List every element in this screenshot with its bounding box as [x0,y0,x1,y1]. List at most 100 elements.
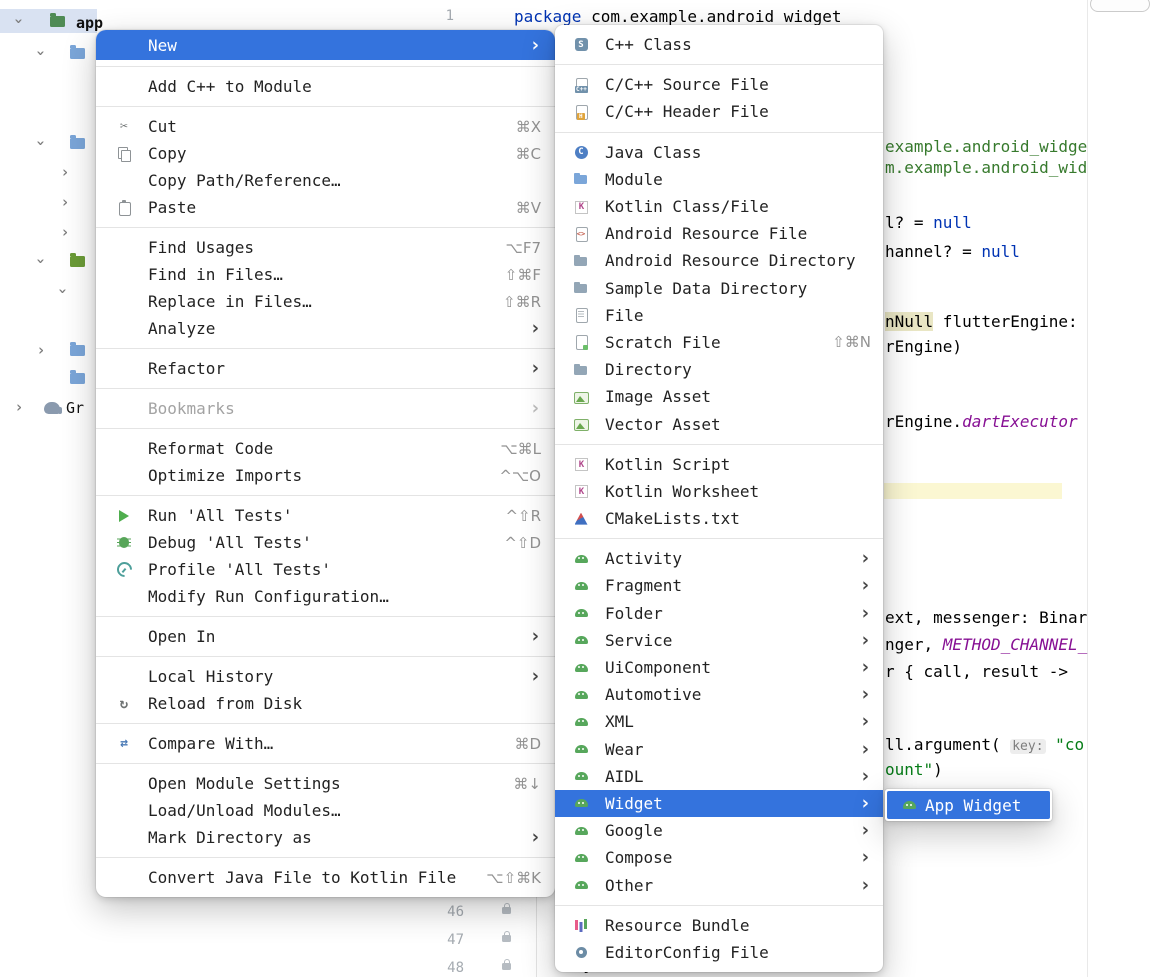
tree-expand-chevron-icon[interactable] [12,13,26,29]
menu-item-android-resource-directory[interactable]: Android Resource Directory [555,247,883,274]
menu-item-copy[interactable]: Copy⌘C [96,140,555,167]
menu-item-kotlin-worksheet[interactable]: Kotlin Worksheet [555,478,883,505]
menu-separator [96,763,555,764]
menu-item-kotlin-script[interactable]: Kotlin Script [555,451,883,478]
menu-item-label: Automotive [605,685,701,704]
submenu-arrow-icon: › [860,821,871,840]
menu-item-replace-in-files[interactable]: Replace in Files…⇧⌘R [96,288,555,315]
gradle-icon [44,402,60,414]
tree-item-app[interactable]: app [76,14,103,32]
menu-item-new[interactable]: New› [96,30,555,60]
menu-item-refactor[interactable]: Refactor› [96,355,555,382]
code-line: ext, messenger: Binar [885,608,1087,627]
menu-item-fragment[interactable]: Fragment› [555,572,883,599]
menu-item-activity[interactable]: Activity› [555,545,883,572]
menu-item-cmakelists-txt[interactable]: CMakeLists.txt [555,505,883,532]
menu-item-label: Convert Java File to Kotlin File [148,868,456,887]
menu-item-label: Replace in Files… [148,292,312,311]
menu-item-reload-from-disk[interactable]: Reload from Disk [96,690,555,717]
cpp-header-icon [573,104,589,120]
menu-item-open-in[interactable]: Open In› [96,623,555,650]
menu-item-icon-slot [567,823,605,839]
menu-item-copy-path-reference[interactable]: Copy Path/Reference… [96,167,555,194]
menu-item-debug-all-tests[interactable]: Debug 'All Tests'^⇧D [96,529,555,556]
menu-item-local-history[interactable]: Local History› [96,663,555,690]
menu-item-file[interactable]: File [555,302,883,329]
menu-item-xml[interactable]: XML› [555,708,883,735]
menu-item-service[interactable]: Service› [555,627,883,654]
tree-item-gradle-scripts[interactable]: Gr [66,399,84,417]
menu-item-add-c-to-module[interactable]: Add C++ to Module [96,73,555,100]
menu-item-other[interactable]: Other› [555,871,883,898]
menu-item-icon-slot [567,416,605,432]
menu-item-resource-bundle[interactable]: Resource Bundle [555,912,883,939]
tree-expand-chevron-icon[interactable] [34,253,48,269]
menu-item-editorconfig-file[interactable]: EditorConfig File [555,939,883,966]
menu-item-label: Compare With… [148,734,273,753]
menu-item-label: Google [605,821,663,840]
menu-item-module[interactable]: Module [555,166,883,193]
android-icon [573,850,589,866]
folder-icon [70,345,85,356]
menu-item-paste[interactable]: Paste⌘V [96,194,555,221]
lock-icon[interactable] [502,907,511,914]
tree-collapse-chevron-icon[interactable] [12,399,26,415]
menu-item-reformat-code[interactable]: Reformat Code⌥⌘L [96,435,555,462]
menu-item-modify-run-configuration[interactable]: Modify Run Configuration… [96,583,555,610]
menu-item-bookmarks[interactable]: Bookmarks› [96,395,555,422]
menu-item-icon-slot [567,551,605,567]
tree-collapse-chevron-icon[interactable] [58,164,72,180]
menu-item-scratch-file[interactable]: Scratch File⇧⌘N [555,329,883,356]
menu-item-google[interactable]: Google › [555,817,883,844]
menu-item-optimize-imports[interactable]: Optimize Imports^⌥O [96,462,555,489]
menu-item-profile-all-tests[interactable]: Profile 'All Tests' [96,556,555,583]
menu-item-java-class[interactable]: Java Class [555,139,883,166]
menu-item-sample-data-directory[interactable]: Sample Data Directory [555,275,883,302]
menu-item-app-widget[interactable]: App Widget [887,791,1050,819]
menu-item-automotive[interactable]: Automotive› [555,681,883,708]
menu-item-android-resource-file[interactable]: Android Resource File [555,220,883,247]
menu-item-c-c-header-file[interactable]: C/C++ Header File [555,98,883,125]
menu-item-c-c-source-file[interactable]: C/C++ Source File [555,71,883,98]
menu-item-mark-directory-as[interactable]: Mark Directory as› [96,824,555,851]
tree-expand-chevron-icon[interactable] [34,135,48,151]
menu-item-compare-with[interactable]: Compare With…⌘D [96,730,555,757]
tree-collapse-chevron-icon[interactable] [58,224,72,240]
submenu-arrow-icon: › [530,627,541,646]
menu-item-convert-java-file-to-kotlin-file[interactable]: Convert Java File to Kotlin File⌥⇧⌘K [96,864,555,891]
menu-item-find-usages[interactable]: Find Usages⌥F7 [96,234,555,261]
code-line: example.android_widge [885,137,1087,156]
lock-icon[interactable] [502,963,511,970]
menu-item-shortcut: ⌥⌘L [500,440,541,458]
menu-item-c-class[interactable]: C++ Class [555,31,883,58]
menu-item-directory[interactable]: Directory [555,356,883,383]
menu-item-folder[interactable]: Folder› [555,600,883,627]
menu-item-image-asset[interactable]: Image Asset [555,383,883,410]
menu-item-run-all-tests[interactable]: Run 'All Tests'^⇧R [96,502,555,529]
menu-item-uicomponent[interactable]: UiComponent› [555,654,883,681]
menu-item-shortcut: ⌘V [516,199,541,217]
cut-icon [116,119,132,135]
tree-collapse-chevron-icon[interactable] [34,342,48,358]
scrollbar-thumb[interactable] [1090,0,1150,12]
menu-item-compose[interactable]: Compose› [555,844,883,871]
menu-item-label: C++ Class [605,35,692,54]
lock-icon[interactable] [502,935,511,942]
tree-expand-chevron-icon[interactable] [56,283,70,299]
menu-item-analyze[interactable]: Analyze› [96,315,555,342]
menu-item-aidl[interactable]: AIDL› [555,763,883,790]
menu-item-cut[interactable]: Cut⌘X [96,113,555,140]
menu-item-load-unload-modules[interactable]: Load/Unload Modules… [96,797,555,824]
menu-item-label: File [605,306,644,325]
menu-item-widget[interactable]: Widget› [555,790,883,817]
menu-item-vector-asset[interactable]: Vector Asset [555,410,883,437]
menu-item-open-module-settings[interactable]: Open Module Settings⌘↓ [96,770,555,797]
menu-item-label: Other [605,876,653,895]
menu-item-find-in-files[interactable]: Find in Files…⇧⌘F [96,261,555,288]
menu-item-wear[interactable]: Wear› [555,736,883,763]
menu-item-kotlin-class-file[interactable]: Kotlin Class/File [555,193,883,220]
tree-collapse-chevron-icon[interactable] [58,194,72,210]
menu-item-label: Directory [605,360,692,379]
code-line: ll.argument( key: "co [885,735,1084,756]
tree-expand-chevron-icon[interactable] [34,45,48,61]
